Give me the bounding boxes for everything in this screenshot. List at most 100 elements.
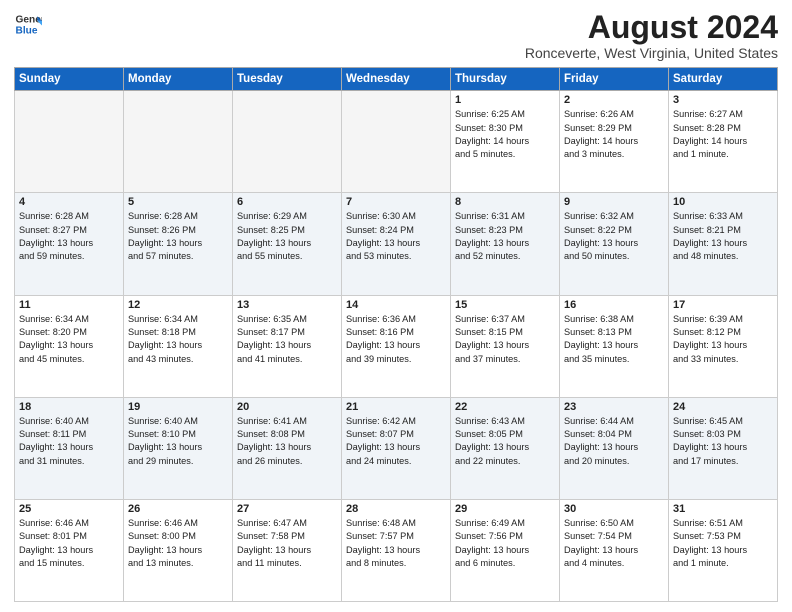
calendar-day-cell: 6 Sunrise: 6:29 AM Sunset: 8:25 PM Daylig… <box>233 193 342 295</box>
day-number: 30 <box>564 503 664 515</box>
calendar-day-cell: 28Sunrise: 6:48 AM Sunset: 7:57 PM Dayli… <box>342 499 451 601</box>
calendar-day-cell: 15 Sunrise: 6:37 AM Sunset: 8:15 PM Dayli… <box>451 295 560 397</box>
day-number: 21 <box>346 401 446 413</box>
day-info: Sunrise: 6:33 AM Sunset: 8:21 PM Dayligh… <box>673 210 773 263</box>
calendar-day-cell: 8Sunrise: 6:31 AM Sunset: 8:23 PM Daylig… <box>451 193 560 295</box>
day-info: Sunrise: 6:37 AM Sunset: 8:15 PM Dayligh… <box>455 313 555 366</box>
day-info: Sunrise: 6:49 AM Sunset: 7:56 PM Dayligh… <box>455 517 555 570</box>
day-info: Sunrise: 6:40 AM Sunset: 8:11 PM Dayligh… <box>19 415 119 468</box>
calendar-day-cell: 12Sunrise: 6:34 AM Sunset: 8:18 PM Dayli… <box>124 295 233 397</box>
day-number: 17 <box>673 299 773 311</box>
calendar-day-cell <box>15 91 124 193</box>
calendar-weekday-header: Thursday <box>451 68 560 91</box>
day-info: Sunrise: 6:36 AM Sunset: 8:16 PM Dayligh… <box>346 313 446 366</box>
day-number: 6 <box>237 196 337 208</box>
calendar-week-row: 4 Sunrise: 6:28 AM Sunset: 8:27 PM Daylig… <box>15 193 778 295</box>
calendar-day-cell: 9 Sunrise: 6:32 AM Sunset: 8:22 PM Daylig… <box>560 193 669 295</box>
day-number: 20 <box>237 401 337 413</box>
calendar-day-cell: 16 Sunrise: 6:38 AM Sunset: 8:13 PM Dayli… <box>560 295 669 397</box>
day-number: 5 <box>128 196 228 208</box>
day-info: Sunrise: 6:47 AM Sunset: 7:58 PM Dayligh… <box>237 517 337 570</box>
day-number: 19 <box>128 401 228 413</box>
calendar-weekday-header: Friday <box>560 68 669 91</box>
day-number: 24 <box>673 401 773 413</box>
day-info: Sunrise: 6:29 AM Sunset: 8:25 PM Dayligh… <box>237 210 337 263</box>
month-title: August 2024 <box>525 10 778 45</box>
day-info: Sunrise: 6:48 AM Sunset: 7:57 PM Dayligh… <box>346 517 446 570</box>
calendar-day-cell: 11Sunrise: 6:34 AM Sunset: 8:20 PM Dayli… <box>15 295 124 397</box>
calendar-day-cell: 3Sunrise: 6:27 AM Sunset: 8:28 PM Daylig… <box>669 91 778 193</box>
calendar-day-cell: 27 Sunrise: 6:47 AM Sunset: 7:58 PM Dayli… <box>233 499 342 601</box>
day-info: Sunrise: 6:46 AM Sunset: 8:00 PM Dayligh… <box>128 517 228 570</box>
location-title: Ronceverte, West Virginia, United States <box>525 45 778 61</box>
day-info: Sunrise: 6:28 AM Sunset: 8:26 PM Dayligh… <box>128 210 228 263</box>
header: General Blue August 2024 Ronceverte, Wes… <box>14 10 778 61</box>
day-number: 14 <box>346 299 446 311</box>
calendar-day-cell: 13 Sunrise: 6:35 AM Sunset: 8:17 PM Dayli… <box>233 295 342 397</box>
day-number: 1 <box>455 94 555 106</box>
day-number: 3 <box>673 94 773 106</box>
day-number: 15 <box>455 299 555 311</box>
day-info: Sunrise: 6:51 AM Sunset: 7:53 PM Dayligh… <box>673 517 773 570</box>
calendar-day-cell: 24 Sunrise: 6:45 AM Sunset: 8:03 PM Dayli… <box>669 397 778 499</box>
calendar-day-cell: 5 Sunrise: 6:28 AM Sunset: 8:26 PM Daylig… <box>124 193 233 295</box>
day-number: 12 <box>128 299 228 311</box>
calendar-header-row: SundayMondayTuesdayWednesdayThursdayFrid… <box>15 68 778 91</box>
title-block: August 2024 Ronceverte, West Virginia, U… <box>525 10 778 61</box>
day-number: 27 <box>237 503 337 515</box>
calendar-week-row: 18 Sunrise: 6:40 AM Sunset: 8:11 PM Dayli… <box>15 397 778 499</box>
day-number: 29 <box>455 503 555 515</box>
day-info: Sunrise: 6:46 AM Sunset: 8:01 PM Dayligh… <box>19 517 119 570</box>
calendar-weekday-header: Tuesday <box>233 68 342 91</box>
calendar-day-cell: 19 Sunrise: 6:40 AM Sunset: 8:10 PM Dayli… <box>124 397 233 499</box>
calendar-day-cell: 17Sunrise: 6:39 AM Sunset: 8:12 PM Dayli… <box>669 295 778 397</box>
calendar-weekday-header: Monday <box>124 68 233 91</box>
day-info: Sunrise: 6:28 AM Sunset: 8:27 PM Dayligh… <box>19 210 119 263</box>
calendar-day-cell: 23Sunrise: 6:44 AM Sunset: 8:04 PM Dayli… <box>560 397 669 499</box>
page: General Blue August 2024 Ronceverte, Wes… <box>0 0 792 612</box>
calendar-day-cell: 7 Sunrise: 6:30 AM Sunset: 8:24 PM Daylig… <box>342 193 451 295</box>
calendar-day-cell <box>233 91 342 193</box>
day-info: Sunrise: 6:45 AM Sunset: 8:03 PM Dayligh… <box>673 415 773 468</box>
day-number: 22 <box>455 401 555 413</box>
day-info: Sunrise: 6:30 AM Sunset: 8:24 PM Dayligh… <box>346 210 446 263</box>
logo-icon: General Blue <box>14 10 42 38</box>
logo: General Blue <box>14 10 42 38</box>
day-info: Sunrise: 6:42 AM Sunset: 8:07 PM Dayligh… <box>346 415 446 468</box>
calendar-day-cell: 18 Sunrise: 6:40 AM Sunset: 8:11 PM Dayli… <box>15 397 124 499</box>
calendar-day-cell: 4 Sunrise: 6:28 AM Sunset: 8:27 PM Daylig… <box>15 193 124 295</box>
calendar-day-cell: 29 Sunrise: 6:49 AM Sunset: 7:56 PM Dayli… <box>451 499 560 601</box>
day-number: 18 <box>19 401 119 413</box>
calendar-day-cell: 22 Sunrise: 6:43 AM Sunset: 8:05 PM Dayli… <box>451 397 560 499</box>
day-info: Sunrise: 6:35 AM Sunset: 8:17 PM Dayligh… <box>237 313 337 366</box>
day-info: Sunrise: 6:40 AM Sunset: 8:10 PM Dayligh… <box>128 415 228 468</box>
day-number: 10 <box>673 196 773 208</box>
day-number: 13 <box>237 299 337 311</box>
calendar-day-cell: 21 Sunrise: 6:42 AM Sunset: 8:07 PM Dayli… <box>342 397 451 499</box>
day-number: 8 <box>455 196 555 208</box>
day-number: 4 <box>19 196 119 208</box>
calendar-day-cell: 30Sunrise: 6:50 AM Sunset: 7:54 PM Dayli… <box>560 499 669 601</box>
calendar-day-cell: 10 Sunrise: 6:33 AM Sunset: 8:21 PM Dayli… <box>669 193 778 295</box>
day-info: Sunrise: 6:32 AM Sunset: 8:22 PM Dayligh… <box>564 210 664 263</box>
calendar: SundayMondayTuesdayWednesdayThursdayFrid… <box>14 67 778 602</box>
day-info: Sunrise: 6:41 AM Sunset: 8:08 PM Dayligh… <box>237 415 337 468</box>
day-number: 23 <box>564 401 664 413</box>
day-info: Sunrise: 6:43 AM Sunset: 8:05 PM Dayligh… <box>455 415 555 468</box>
calendar-day-cell: 31 Sunrise: 6:51 AM Sunset: 7:53 PM Dayli… <box>669 499 778 601</box>
svg-text:Blue: Blue <box>16 25 38 36</box>
calendar-weekday-header: Wednesday <box>342 68 451 91</box>
day-number: 2 <box>564 94 664 106</box>
calendar-day-cell: 2Sunrise: 6:26 AM Sunset: 8:29 PM Daylig… <box>560 91 669 193</box>
calendar-week-row: 11Sunrise: 6:34 AM Sunset: 8:20 PM Dayli… <box>15 295 778 397</box>
calendar-day-cell: 1 Sunrise: 6:25 AM Sunset: 8:30 PM Daylig… <box>451 91 560 193</box>
day-info: Sunrise: 6:38 AM Sunset: 8:13 PM Dayligh… <box>564 313 664 366</box>
day-number: 26 <box>128 503 228 515</box>
day-number: 7 <box>346 196 446 208</box>
day-number: 16 <box>564 299 664 311</box>
day-number: 31 <box>673 503 773 515</box>
day-info: Sunrise: 6:25 AM Sunset: 8:30 PM Dayligh… <box>455 108 555 161</box>
day-number: 9 <box>564 196 664 208</box>
calendar-day-cell: 14 Sunrise: 6:36 AM Sunset: 8:16 PM Dayli… <box>342 295 451 397</box>
calendar-day-cell: 25Sunrise: 6:46 AM Sunset: 8:01 PM Dayli… <box>15 499 124 601</box>
